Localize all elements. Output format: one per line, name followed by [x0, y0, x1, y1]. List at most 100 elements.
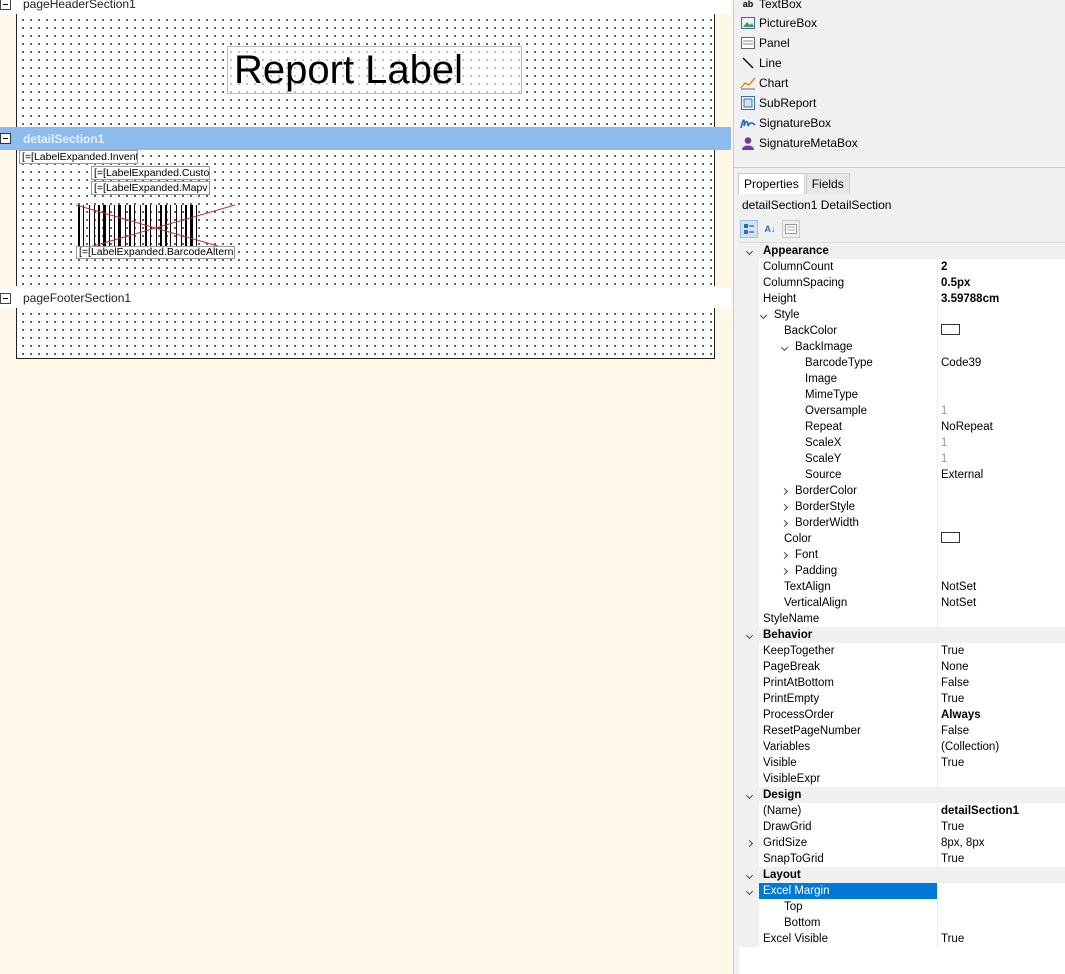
alphabetical-sort-button[interactable]: A↓	[761, 220, 779, 238]
property-value[interactable]: False	[938, 723, 1065, 739]
property-row[interactable]: ProcessOrder Always	[739, 707, 1065, 723]
chevron-right-icon[interactable]	[780, 551, 789, 560]
page-header-band[interactable]: pageHeaderSection1	[0, 0, 731, 14]
chevron-right-icon[interactable]	[780, 503, 789, 512]
property-value[interactable]: NoRepeat	[938, 419, 1065, 435]
chevron-down-icon[interactable]	[745, 887, 753, 896]
property-value[interactable]: NotSet	[938, 595, 1065, 611]
property-row[interactable]: BackColor	[739, 323, 1065, 339]
property-value[interactable]: Code39	[938, 355, 1065, 371]
property-value[interactable]: True	[938, 931, 1065, 947]
toolbox-item-signaturebox[interactable]: SignatureBox	[740, 113, 831, 133]
property-row[interactable]: Style	[739, 307, 1065, 323]
property-row[interactable]: Oversample 1	[739, 403, 1065, 419]
chevron-down-icon[interactable]	[745, 871, 753, 880]
property-value[interactable]	[938, 611, 1065, 627]
property-value[interactable]	[938, 899, 1065, 915]
toolbox-item-textbox[interactable]: ab TextBox	[740, 0, 802, 14]
property-row[interactable]: StyleName	[739, 611, 1065, 627]
property-row[interactable]: Visible True	[739, 755, 1065, 771]
toolbox-item-picturebox[interactable]: PictureBox	[740, 13, 817, 33]
report-designer-surface[interactable]: pageHeaderSection1 Report Label detailSe…	[0, 0, 733, 974]
property-value[interactable]: 1	[938, 435, 1065, 451]
property-value[interactable]: None	[938, 659, 1065, 675]
property-row[interactable]: BorderStyle	[739, 499, 1065, 515]
chevron-right-icon[interactable]	[780, 519, 789, 528]
property-value[interactable]	[938, 339, 1065, 355]
property-row[interactable]: Source External	[739, 467, 1065, 483]
property-row[interactable]: PrintAtBottom False	[739, 675, 1065, 691]
property-gutter[interactable]	[739, 867, 759, 883]
property-row[interactable]: Bottom	[739, 915, 1065, 931]
property-value[interactable]	[938, 883, 1065, 899]
property-category[interactable]: Layout	[739, 867, 1065, 883]
property-value[interactable]: 1	[938, 403, 1065, 419]
property-row[interactable]: PrintEmpty True	[739, 691, 1065, 707]
chevron-down-icon[interactable]	[745, 247, 753, 256]
property-value[interactable]: (Collection)	[938, 739, 1065, 755]
toolbox-item-subreport[interactable]: SubReport	[740, 93, 816, 113]
page-header-surface[interactable]: Report Label	[16, 14, 715, 127]
property-row[interactable]: BarcodeType Code39	[739, 355, 1065, 371]
property-row[interactable]: SnapToGrid True	[739, 851, 1065, 867]
tab-properties[interactable]: Properties	[738, 173, 805, 194]
property-gutter[interactable]	[739, 835, 759, 851]
property-row[interactable]: KeepTogether True	[739, 643, 1065, 659]
property-value[interactable]	[938, 387, 1065, 403]
property-row[interactable]: VerticalAlign NotSet	[739, 595, 1065, 611]
property-row[interactable]: Color	[739, 531, 1065, 547]
property-value[interactable]: True	[938, 755, 1065, 771]
property-row[interactable]: Image	[739, 371, 1065, 387]
mapv-field-textbox[interactable]: [=[LabelExpanded.Mapv	[91, 181, 210, 195]
property-gutter[interactable]	[739, 243, 759, 259]
property-row[interactable]: VisibleExpr	[739, 771, 1065, 787]
property-value[interactable]	[938, 371, 1065, 387]
property-value[interactable]: 8px, 8px	[938, 835, 1065, 851]
chevron-down-icon[interactable]	[759, 311, 768, 320]
property-row[interactable]: Font	[739, 547, 1065, 563]
property-row[interactable]: BorderWidth	[739, 515, 1065, 531]
property-value[interactable]	[938, 547, 1065, 563]
property-row[interactable]: Excel Margin	[739, 883, 1065, 899]
inventory-field-textbox[interactable]: [=[LabelExpanded.Invent	[19, 150, 138, 164]
property-row[interactable]: Padding	[739, 563, 1065, 579]
collapse-toggle-icon[interactable]	[0, 0, 11, 10]
toolbox-item-chart[interactable]: Chart	[740, 73, 788, 93]
property-value[interactable]	[938, 499, 1065, 515]
property-value[interactable]	[938, 563, 1065, 579]
chevron-right-icon[interactable]	[780, 567, 789, 576]
property-row[interactable]: PageBreak None	[739, 659, 1065, 675]
chevron-down-icon[interactable]	[745, 631, 753, 640]
color-swatch[interactable]	[941, 532, 960, 544]
property-value[interactable]: 2	[938, 259, 1065, 275]
property-gutter[interactable]	[739, 883, 759, 899]
property-row[interactable]: GridSize 8px, 8px	[739, 835, 1065, 851]
property-row[interactable]: BorderColor	[739, 483, 1065, 499]
detail-surface[interactable]: [=[LabelExpanded.Invent [=[LabelExpanded…	[16, 150, 715, 286]
property-row[interactable]: DrawGrid True	[739, 819, 1065, 835]
property-row[interactable]: MimeType	[739, 387, 1065, 403]
property-row[interactable]: ResetPageNumber False	[739, 723, 1065, 739]
customer-field-textbox[interactable]: [=[LabelExpanded.Custo	[91, 166, 210, 180]
property-grid[interactable]: Appearance ColumnCount 2 ColumnSpacing 0.5px…	[739, 242, 1065, 974]
property-value[interactable]: True	[938, 643, 1065, 659]
property-category[interactable]: Appearance	[739, 243, 1065, 259]
collapse-toggle-icon[interactable]	[0, 133, 11, 144]
collapse-toggle-icon[interactable]	[0, 292, 11, 304]
chevron-down-icon[interactable]	[780, 343, 789, 352]
property-value[interactable]: False	[938, 675, 1065, 691]
property-value[interactable]: External	[938, 467, 1065, 483]
property-row[interactable]: ScaleY 1	[739, 451, 1065, 467]
property-row[interactable]: BackImage	[739, 339, 1065, 355]
property-row[interactable]: TextAlign NotSet	[739, 579, 1065, 595]
property-category[interactable]: Design	[739, 787, 1065, 803]
property-gutter[interactable]	[739, 787, 759, 803]
toolbox-item-signaturemetabox[interactable]: SignatureMetaBox	[740, 133, 858, 153]
toolbox-item-panel[interactable]: Panel	[740, 33, 790, 53]
tab-fields[interactable]: Fields	[805, 173, 850, 194]
property-category[interactable]: Behavior	[739, 627, 1065, 643]
property-row[interactable]: Height 3.59788cm	[739, 291, 1065, 307]
property-row[interactable]: Top	[739, 899, 1065, 915]
property-pages-button[interactable]	[782, 220, 800, 238]
property-value[interactable]	[938, 483, 1065, 499]
